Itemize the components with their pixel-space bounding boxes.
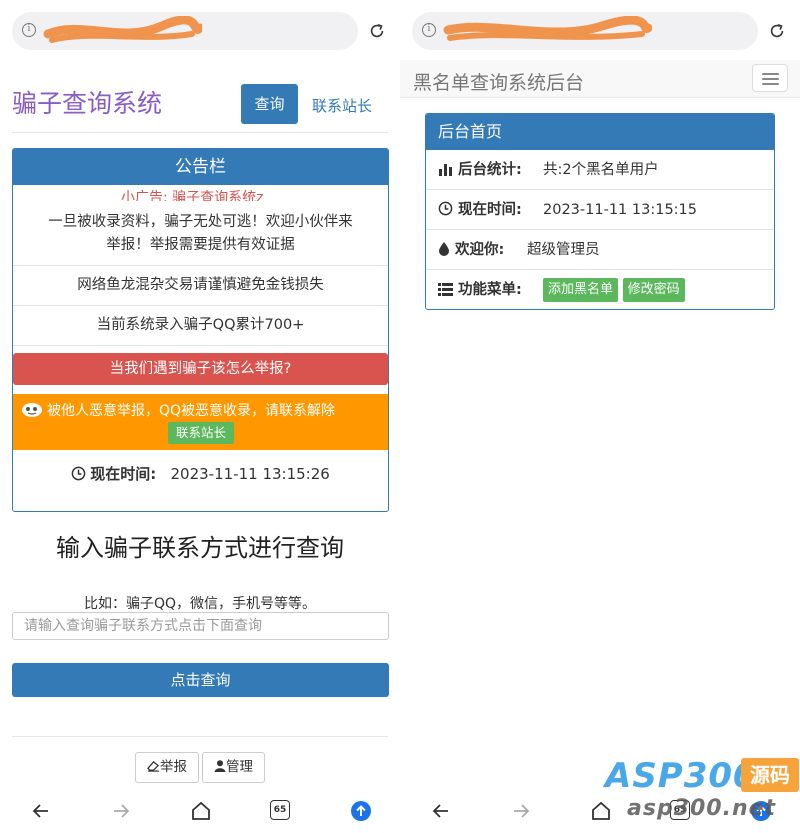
- right-screen: i 黑名单查询系统后台 后台首页 后台统计: 共:2个黑名单用户 现在时间: 2…: [400, 0, 800, 833]
- reload-icon[interactable]: [768, 22, 786, 40]
- stats-row: 后台统计: 共:2个黑名单用户: [426, 150, 774, 190]
- time-label: 现在时间:: [458, 202, 522, 218]
- welcome-label: 欢迎你:: [455, 242, 505, 258]
- stats-value: 共:2个黑名单用户: [543, 162, 659, 178]
- notice-item-line: 举报！举报需要提供有效证据: [106, 237, 295, 253]
- browser-bottom-nav: 65: [0, 790, 400, 833]
- time-value: 2023-11-11 13:15:15: [543, 202, 697, 218]
- watermark-badge: 源码: [741, 758, 799, 792]
- query-nav-button[interactable]: 查询: [241, 84, 298, 124]
- admin-button-label: 管理: [226, 759, 253, 775]
- dashboard-panel: 后台首页 后台统计: 共:2个黑名单用户 现在时间: 2023-11-11 13…: [425, 113, 775, 310]
- redaction-scribble: [443, 16, 652, 41]
- admin-navbar: 黑名单查询系统后台: [400, 60, 800, 98]
- site-title: 骗子查询系统: [12, 89, 163, 118]
- menu-toggle-button[interactable]: [752, 64, 788, 92]
- clock-icon: [438, 201, 453, 216]
- divider: [12, 736, 388, 737]
- back-arrow-icon[interactable]: [430, 800, 452, 822]
- stats-label: 后台统计:: [458, 162, 522, 178]
- appeal-text: 被他人恶意举报，QQ被恶意收录，请联系解除: [47, 403, 336, 419]
- admin-button[interactable]: 管理: [202, 752, 265, 783]
- address-bar[interactable]: i: [12, 12, 358, 50]
- appeal-box: 被他人恶意举报，QQ被恶意收录，请联系解除 联系站长: [13, 394, 388, 450]
- search-button[interactable]: 点击查询: [12, 663, 389, 697]
- home-icon[interactable]: [190, 800, 212, 822]
- left-screen: i 骗子查询系统 查询 联系站长 公告栏 小广告: 骗子查询系统z 一旦被收录资…: [0, 0, 400, 833]
- dashboard-panel-title: 后台首页: [426, 114, 774, 150]
- notice-item-line: 一旦被收录资料，骗子无处可逃！欢迎小伙伴来: [48, 214, 353, 230]
- emoji-sticker-icon: [22, 403, 42, 417]
- time-row: 现在时间: 2023-11-11 13:15:15: [426, 190, 774, 230]
- admin-brand[interactable]: 黑名单查询系统后台: [413, 68, 584, 95]
- report-button-label: 举报: [160, 759, 187, 775]
- tint-drop-icon: [439, 242, 449, 256]
- notice-panel: 公告栏 小广告: 骗子查询系统z 一旦被收录资料，骗子无处可逃！欢迎小伙伴来 举…: [12, 148, 389, 512]
- watermark-brand: ASP300: [605, 756, 758, 796]
- reload-icon[interactable]: [368, 22, 386, 40]
- forward-arrow-icon[interactable]: [110, 800, 132, 822]
- notice-item: 一旦被收录资料，骗子无处可逃！欢迎小伙伴来 举报！举报需要提供有效证据: [13, 202, 388, 266]
- list-icon: [438, 283, 453, 296]
- back-arrow-icon[interactable]: [30, 800, 52, 822]
- redaction-scribble: [43, 16, 202, 43]
- current-time: 现在时间: 2023-11-11 13:15:26: [13, 463, 388, 484]
- address-bar[interactable]: i: [412, 12, 758, 50]
- menu-label: 功能菜单:: [458, 282, 522, 298]
- appeal-contact-button[interactable]: 联系站长: [168, 422, 234, 444]
- divider: [12, 132, 388, 133]
- notice-panel-title: 公告栏: [13, 149, 388, 185]
- watermark-url: asp300.net: [627, 796, 777, 821]
- add-blacklist-button[interactable]: 添加黑名单: [543, 278, 619, 302]
- ad-marquee: 小广告: 骗子查询系统z: [13, 185, 388, 201]
- upload-circle-icon[interactable]: [350, 800, 372, 822]
- site-info-icon[interactable]: i: [422, 23, 436, 37]
- time-value: 2023-11-11 13:15:26: [170, 465, 330, 483]
- ad-marquee-text: 小广告: 骗子查询系统z: [121, 190, 264, 201]
- watermark: ASP300 源码 asp300.net: [605, 756, 800, 833]
- menu-row: 功能菜单: 添加黑名单 修改密码: [426, 270, 774, 309]
- bar-chart-icon: [439, 164, 452, 176]
- scammer-contact-input[interactable]: [12, 612, 389, 640]
- contact-admin-link[interactable]: 联系站长: [312, 95, 372, 116]
- how-to-report-button[interactable]: 当我们遇到骗子该怎么举报?: [13, 353, 388, 385]
- notice-item: 当前系统录入骗子QQ累计700+: [13, 306, 388, 346]
- change-password-button[interactable]: 修改密码: [622, 278, 685, 302]
- notice-item: 网络鱼龙混杂交易请谨慎避免金钱损失: [13, 266, 388, 306]
- report-button[interactable]: 举报: [135, 752, 199, 783]
- welcome-value: 超级管理员: [527, 242, 600, 258]
- time-label: 现在时间:: [90, 465, 157, 483]
- user-icon: [214, 760, 226, 772]
- welcome-row: 欢迎你: 超级管理员: [426, 230, 774, 270]
- forward-arrow-icon[interactable]: [510, 800, 532, 822]
- tabs-count-button[interactable]: 65: [270, 800, 290, 820]
- query-title: 输入骗子联系方式进行查询: [56, 534, 344, 562]
- eraser-icon: [147, 760, 160, 772]
- site-info-icon[interactable]: i: [22, 23, 36, 37]
- query-hint: 比如：骗子QQ，微信，手机号等等。: [83, 596, 317, 612]
- clock-icon: [71, 466, 86, 481]
